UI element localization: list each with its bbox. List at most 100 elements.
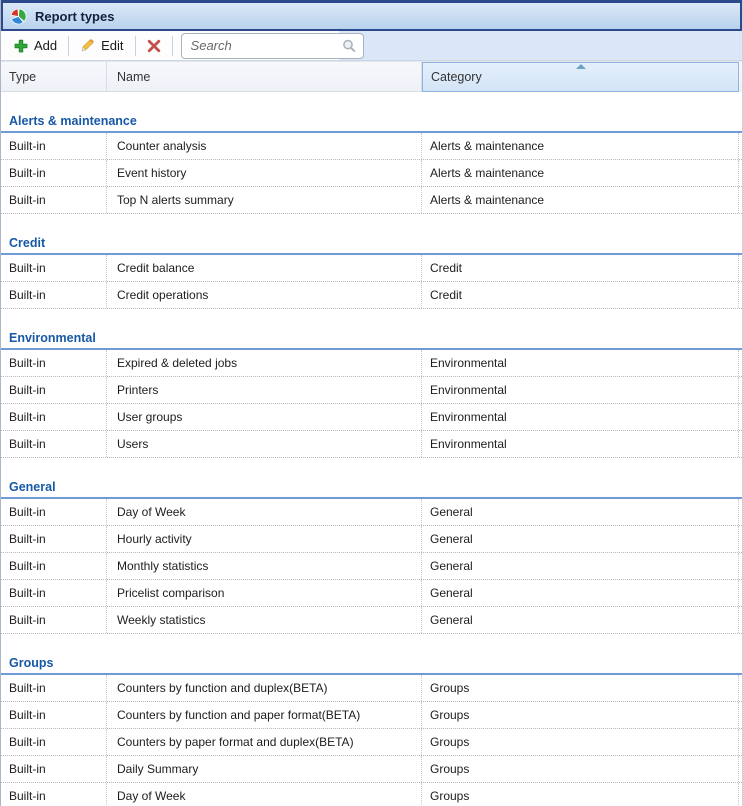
toolbar: Add Edit: [1, 31, 742, 61]
cell-name: Users: [107, 431, 422, 457]
cell-category: General: [422, 607, 739, 633]
cell-category: Alerts & maintenance: [422, 133, 739, 159]
column-header-category[interactable]: Category: [422, 62, 739, 92]
delete-button[interactable]: [139, 37, 169, 55]
column-header-type-label: Type: [9, 70, 36, 84]
table-row[interactable]: Built-inWeekly statisticsGeneral: [1, 607, 742, 634]
table-row[interactable]: Built-inUsersEnvironmental: [1, 431, 742, 458]
pencil-icon: [80, 38, 95, 53]
cell-type: Built-in: [1, 255, 107, 281]
window-title: Report types: [35, 9, 114, 24]
cell-category: Groups: [422, 729, 739, 755]
cell-type: Built-in: [1, 160, 107, 186]
add-button[interactable]: Add: [6, 36, 65, 55]
column-header-name[interactable]: Name: [107, 62, 422, 92]
cell-category: General: [422, 526, 739, 552]
group-header[interactable]: Environmental: [1, 330, 742, 350]
cell-type: Built-in: [1, 187, 107, 213]
table-row[interactable]: Built-inEvent historyAlerts & maintenanc…: [1, 160, 742, 187]
cell-name: Credit balance: [107, 255, 422, 281]
cell-name: Counter analysis: [107, 133, 422, 159]
cell-name: Counters by paper format and duplex(BETA…: [107, 729, 422, 755]
table-row[interactable]: Built-inCounter analysisAlerts & mainten…: [1, 133, 742, 160]
magnifier-icon[interactable]: [341, 38, 357, 59]
cell-category: Credit: [422, 255, 739, 281]
table-row[interactable]: Built-inUser groupsEnvironmental: [1, 404, 742, 431]
cell-name: Credit operations: [107, 282, 422, 308]
cell-type: Built-in: [1, 404, 107, 430]
plus-icon: [14, 39, 28, 53]
toolbar-separator: [172, 36, 173, 56]
cell-type: Built-in: [1, 431, 107, 457]
table-row[interactable]: Built-inCounters by function and paper f…: [1, 702, 742, 729]
cell-name: Pricelist comparison: [107, 580, 422, 606]
cell-type: Built-in: [1, 377, 107, 403]
cell-category: General: [422, 580, 739, 606]
table-row[interactable]: Built-inCounters by paper format and dup…: [1, 729, 742, 756]
pie-chart-icon: [10, 8, 27, 25]
cell-name: Weekly statistics: [107, 607, 422, 633]
cell-type: Built-in: [1, 282, 107, 308]
cell-type: Built-in: [1, 553, 107, 579]
column-header-category-label: Category: [431, 70, 482, 84]
cell-category: Groups: [422, 702, 739, 728]
cell-name: Event history: [107, 160, 422, 186]
column-header-type[interactable]: Type: [1, 62, 107, 92]
table-row[interactable]: Built-inMonthly statisticsGeneral: [1, 553, 742, 580]
column-header-name-label: Name: [117, 70, 150, 84]
cell-category: Groups: [422, 783, 739, 806]
group-header[interactable]: Credit: [1, 235, 742, 255]
cell-category: Environmental: [422, 377, 739, 403]
cell-category: Alerts & maintenance: [422, 160, 739, 186]
cell-name: Counters by function and paper format(BE…: [107, 702, 422, 728]
edit-button[interactable]: Edit: [72, 36, 131, 55]
cell-type: Built-in: [1, 675, 107, 701]
cell-name: Daily Summary: [107, 756, 422, 782]
cell-category: Credit: [422, 282, 739, 308]
cell-type: Built-in: [1, 499, 107, 525]
cell-name: Day of Week: [107, 783, 422, 806]
search-box: [181, 33, 364, 59]
red-x-icon: [147, 39, 161, 53]
toolbar-separator: [68, 36, 69, 56]
search-input[interactable]: [181, 33, 364, 59]
add-button-label: Add: [34, 38, 57, 53]
cell-name: Day of Week: [107, 499, 422, 525]
cell-category: General: [422, 553, 739, 579]
cell-type: Built-in: [1, 350, 107, 376]
cell-type: Built-in: [1, 607, 107, 633]
group-header[interactable]: Groups: [1, 655, 742, 675]
cell-name: Top N alerts summary: [107, 187, 422, 213]
cell-name: Printers: [107, 377, 422, 403]
table-row[interactable]: Built-inDay of WeekGeneral: [1, 499, 742, 526]
cell-category: General: [422, 499, 739, 525]
table-row[interactable]: Built-inTop N alerts summaryAlerts & mai…: [1, 187, 742, 214]
table-row[interactable]: Built-inCounters by function and duplex(…: [1, 675, 742, 702]
cell-name: Expired & deleted jobs: [107, 350, 422, 376]
cell-name: Counters by function and duplex(BETA): [107, 675, 422, 701]
cell-name: Monthly statistics: [107, 553, 422, 579]
title-bar: Report types: [1, 0, 742, 31]
group-header[interactable]: Alerts & maintenance: [1, 113, 742, 133]
toolbar-separator: [135, 36, 136, 56]
table-row[interactable]: Built-inCredit operationsCredit: [1, 282, 742, 309]
table-row[interactable]: Built-inPricelist comparisonGeneral: [1, 580, 742, 607]
cell-type: Built-in: [1, 580, 107, 606]
cell-category: Groups: [422, 675, 739, 701]
table-body: Alerts & maintenanceBuilt-inCounter anal…: [1, 113, 742, 806]
table-row[interactable]: Built-inDaily SummaryGroups: [1, 756, 742, 783]
table-row[interactable]: Built-inHourly activityGeneral: [1, 526, 742, 553]
cell-type: Built-in: [1, 133, 107, 159]
table-row[interactable]: Built-inDay of WeekGroups: [1, 783, 742, 806]
cell-category: Groups: [422, 756, 739, 782]
cell-type: Built-in: [1, 526, 107, 552]
table-row[interactable]: Built-inPrintersEnvironmental: [1, 377, 742, 404]
table-row[interactable]: Built-inExpired & deleted jobsEnvironmen…: [1, 350, 742, 377]
table-header: Type Name Category: [1, 61, 742, 92]
cell-category: Environmental: [422, 350, 739, 376]
table-row[interactable]: Built-inCredit balanceCredit: [1, 255, 742, 282]
cell-category: Alerts & maintenance: [422, 187, 739, 213]
edit-button-label: Edit: [101, 38, 123, 53]
sort-ascending-arrow-icon: [576, 64, 586, 69]
group-header[interactable]: General: [1, 479, 742, 499]
